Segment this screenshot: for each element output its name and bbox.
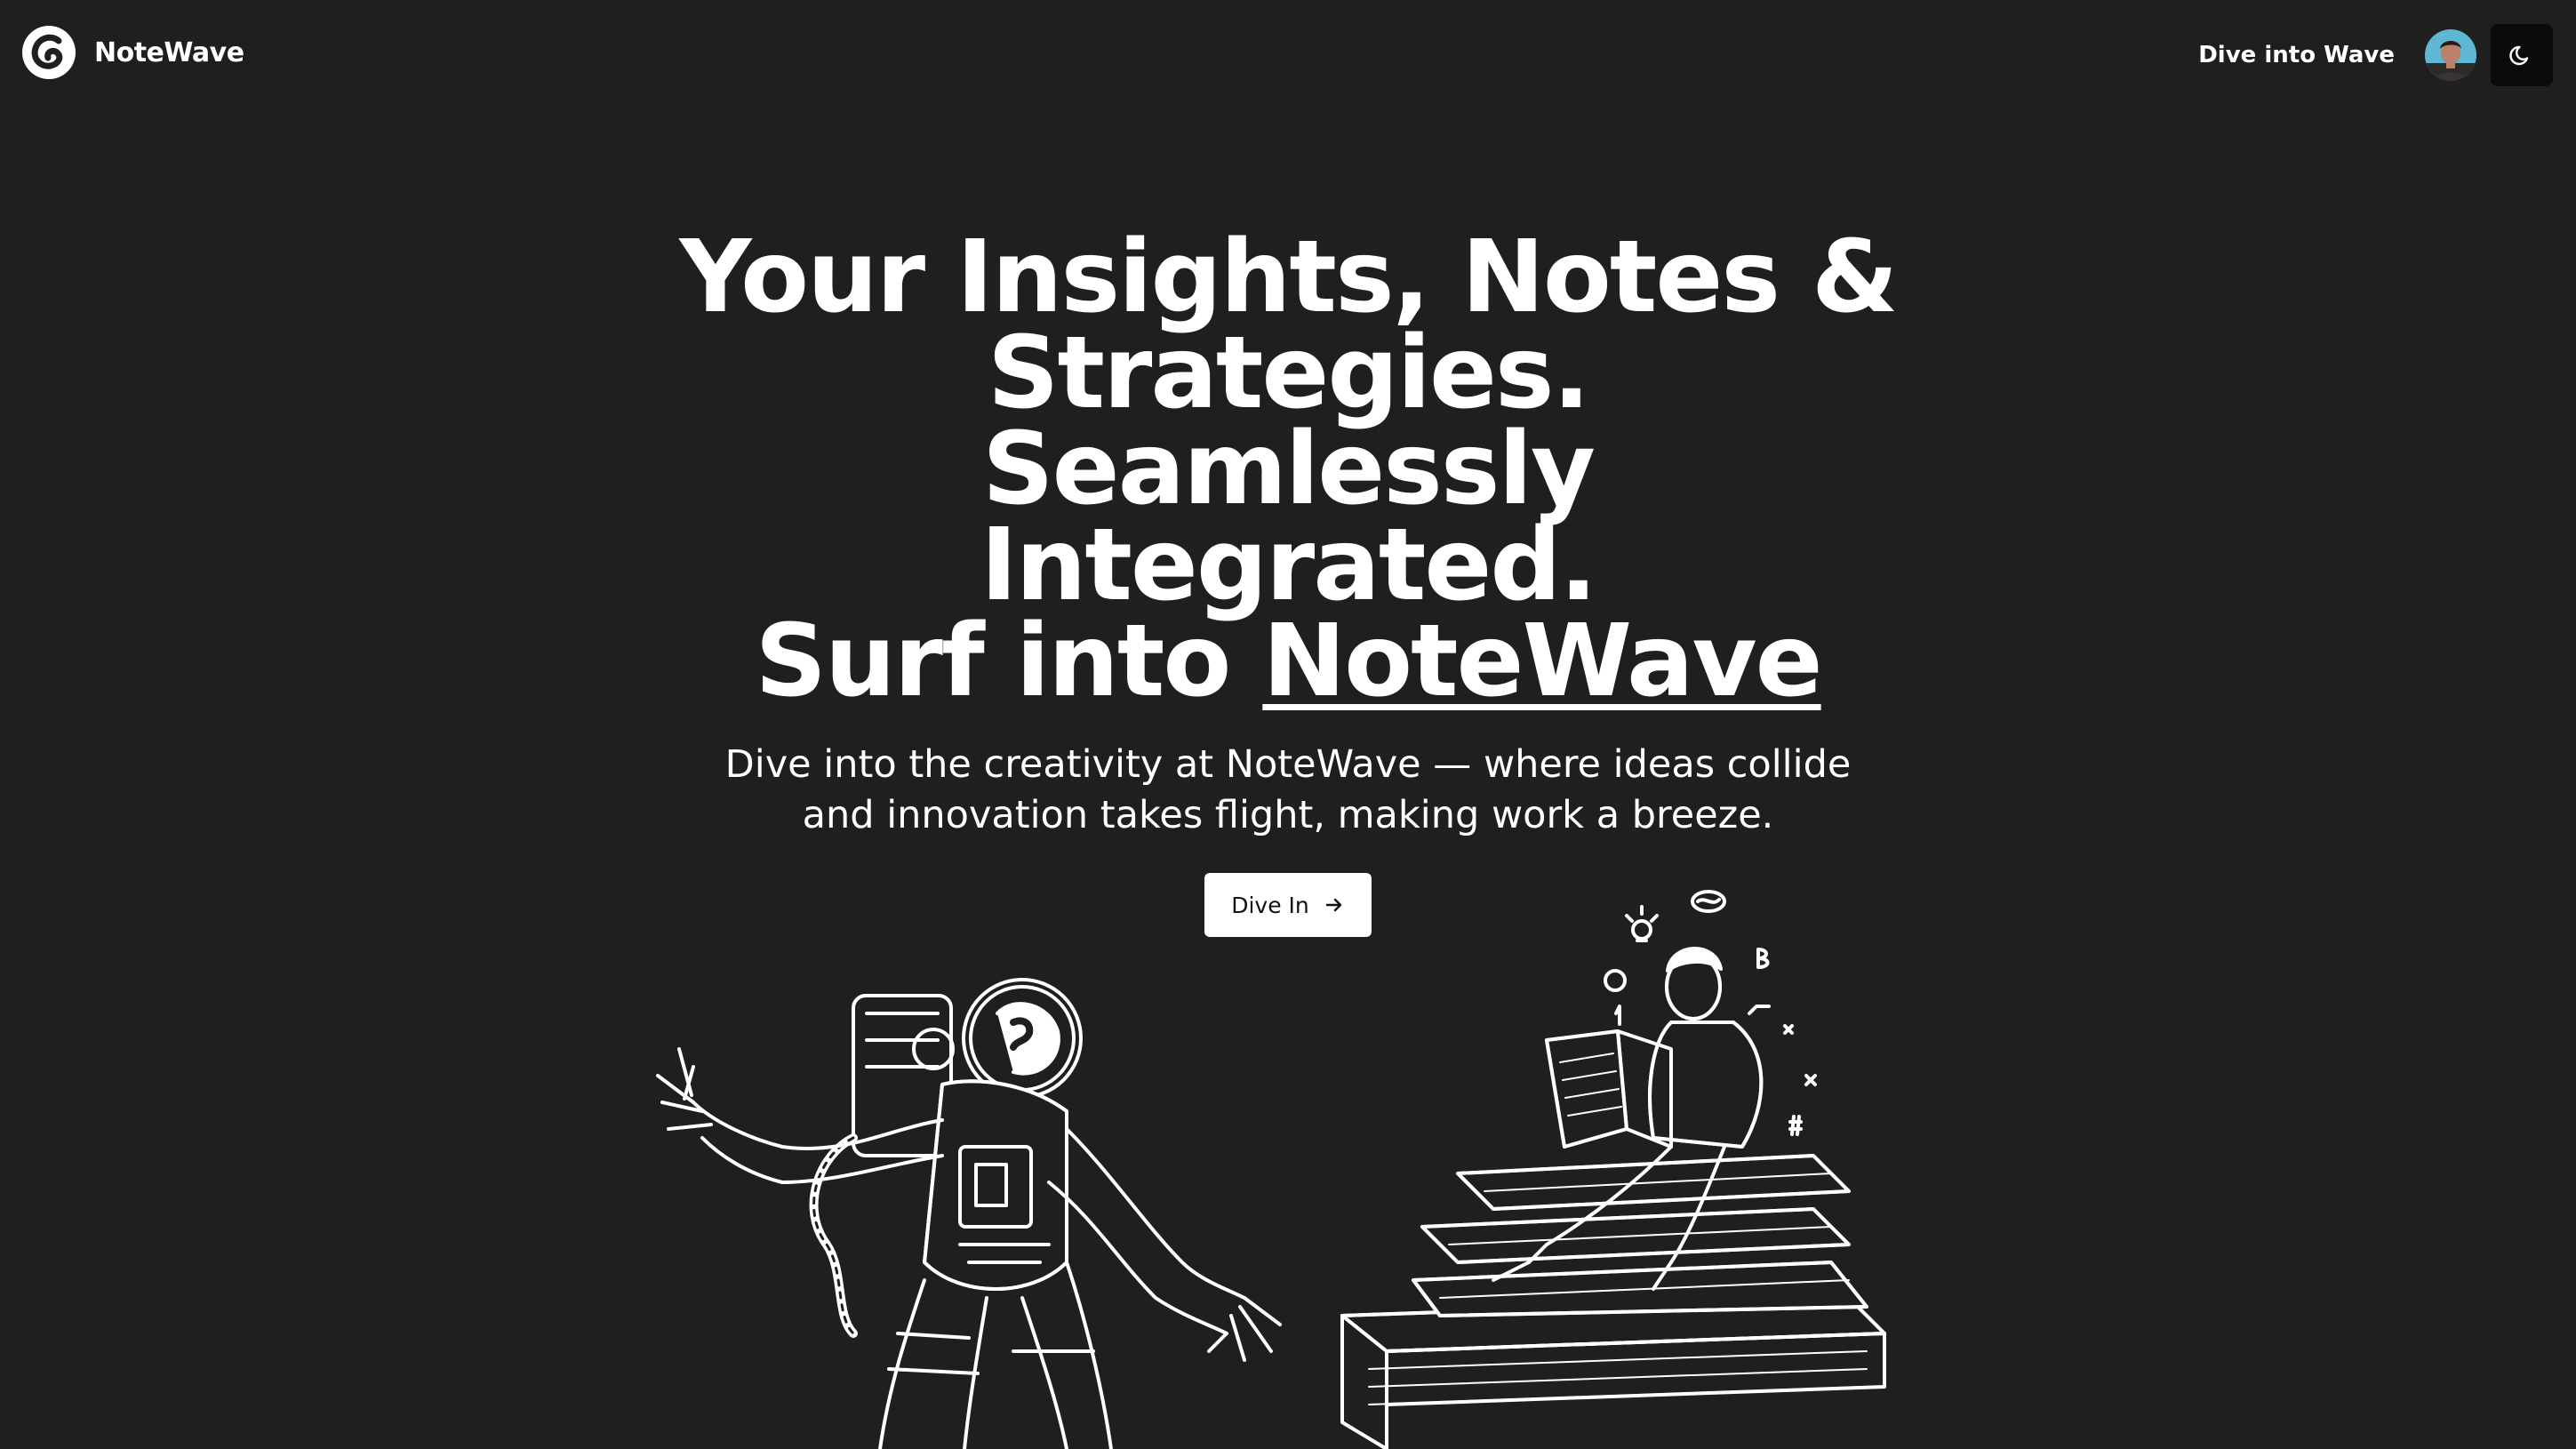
notewave-logo-icon [22, 26, 76, 79]
navbar-actions: Dive into Wave [2198, 23, 2553, 87]
theme-toggle-button[interactable] [2491, 24, 2553, 86]
brand-name: NoteWave [94, 36, 244, 68]
landing-page: NoteWave Dive into Wave Your Insights, N… [0, 0, 2576, 1449]
user-avatar-icon [2425, 29, 2476, 81]
hero-title-line-2: Strategies. Seamlessly [982, 316, 1596, 527]
brand-home-link[interactable]: NoteWave [20, 23, 244, 82]
hero-title-line-4-prefix: Surf into [755, 604, 1263, 719]
reader-on-books-illustration [1340, 890, 1886, 1449]
hero-title-brand: NoteWave [1262, 604, 1822, 719]
user-avatar[interactable] [2425, 29, 2476, 81]
hero-subtitle: Dive into the creativity at NoteWave — w… [724, 742, 1852, 837]
dive-into-wave-link[interactable]: Dive into Wave [2198, 42, 2395, 68]
moon-icon [2509, 45, 2529, 66]
astronaut-illustration [656, 978, 1282, 1449]
hero-title: Your Insights, Notes & Strategies. Seaml… [666, 228, 1910, 711]
top-navbar: NoteWave Dive into Wave [0, 0, 2576, 107]
hero-section: Your Insights, Notes & Strategies. Seaml… [0, 228, 2576, 937]
hero-illustrations [656, 890, 1886, 1449]
